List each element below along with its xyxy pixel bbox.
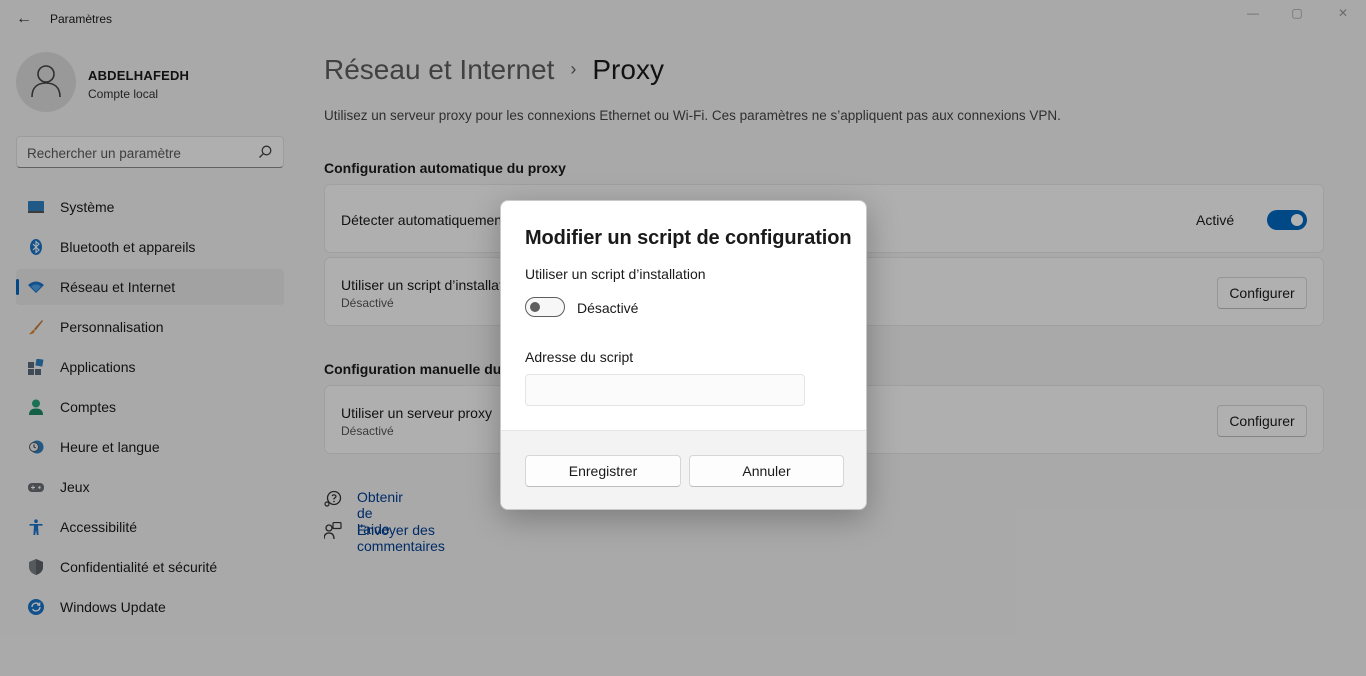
dialog-title: Modifier un script de configuration xyxy=(525,227,852,249)
setup-script-toggle[interactable] xyxy=(525,297,565,317)
setup-script-toggle-label: Utiliser un script d’installation xyxy=(525,266,706,282)
script-address-input[interactable] xyxy=(525,374,805,406)
setup-script-toggle-state: Désactivé xyxy=(577,300,639,316)
cancel-button[interactable]: Annuler xyxy=(689,455,844,487)
edit-config-script-dialog: Modifier un script de configuration Util… xyxy=(500,200,867,510)
dialog-footer: Enregistrer Annuler xyxy=(501,430,866,509)
save-button[interactable]: Enregistrer xyxy=(525,455,681,487)
toggle-knob xyxy=(530,302,540,312)
script-address-label: Adresse du script xyxy=(525,349,634,365)
